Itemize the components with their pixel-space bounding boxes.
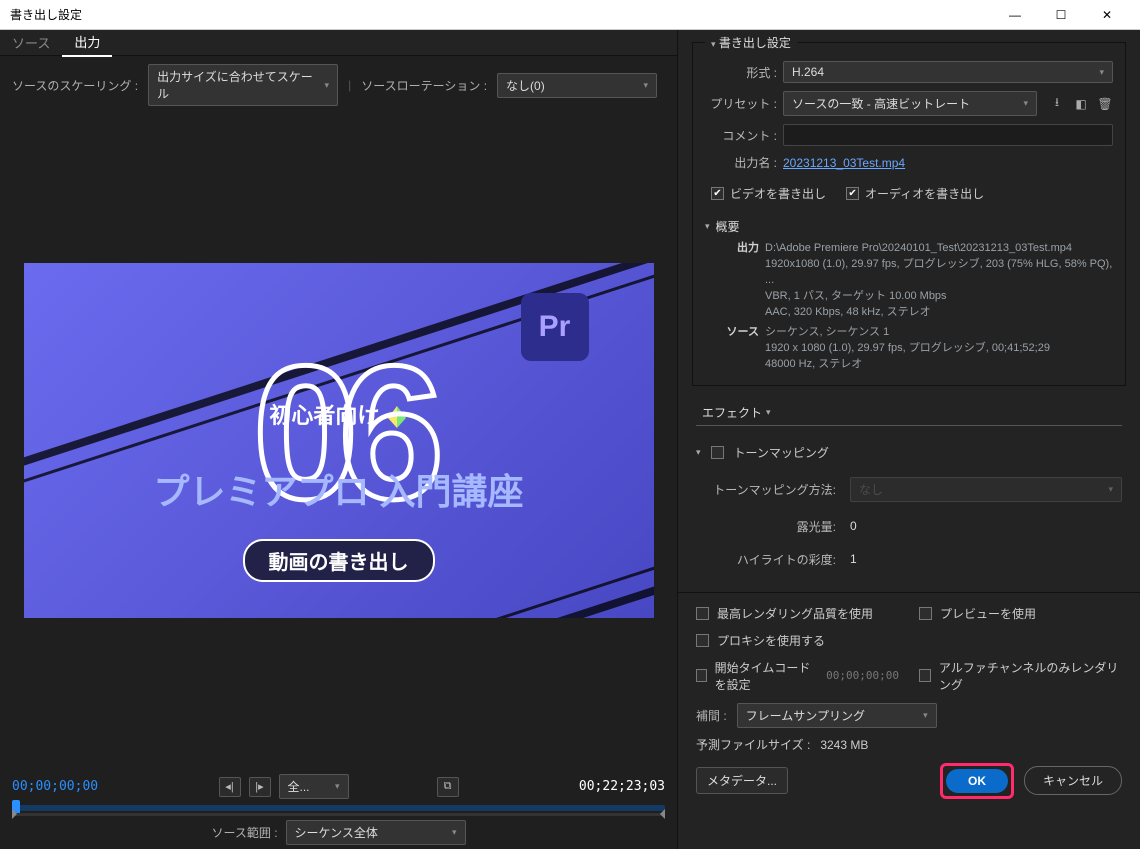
- rotation-select[interactable]: なし(0) ▾: [497, 73, 657, 98]
- exposure-value: 0: [850, 519, 857, 533]
- titlebar: 書き出し設定 — ☐ ✕: [0, 0, 1140, 30]
- set-timecode-checkbox[interactable]: [696, 669, 707, 682]
- right-panel: ▾ 書き出し設定 形式 : H.264▾ プリセット : ソースの一致 - 高速…: [678, 30, 1140, 849]
- prev-frame-button[interactable]: ◂|: [219, 777, 241, 797]
- chevron-down-icon[interactable]: ▾: [696, 447, 701, 458]
- chevron-down-icon: ▾: [325, 80, 330, 91]
- highlight-value: 1: [850, 552, 857, 566]
- exposure-label: 露光量:: [696, 518, 836, 535]
- summary-block: ▾ 概要 出力D:\Adobe Premiere Pro\20240101_Te…: [705, 218, 1113, 373]
- preview-course: プレミアプロ 入門講座: [153, 463, 523, 515]
- est-value: 3243 MB: [820, 738, 868, 752]
- ok-highlight: OK: [940, 763, 1014, 799]
- tone-method-label: トーンマッピング方法:: [696, 481, 836, 498]
- comment-label: コメント :: [705, 127, 777, 144]
- left-panel: ソース 出力 ソースのスケーリング : 出力サイズに合わせてスケール ▾ | ソ…: [0, 30, 678, 849]
- timecode-current[interactable]: 00;00;00;00: [12, 779, 98, 794]
- export-settings-group: ▾ 書き出し設定 形式 : H.264▾ プリセット : ソースの一致 - 高速…: [692, 42, 1126, 386]
- comment-input[interactable]: [783, 124, 1113, 146]
- cancel-button[interactable]: キャンセル: [1024, 766, 1122, 795]
- maximize-button[interactable]: ☐: [1038, 0, 1084, 30]
- rotation-label: ソースローテーション :: [361, 77, 487, 94]
- import-preset-icon[interactable]: ◧: [1073, 96, 1089, 112]
- max-quality-checkbox[interactable]: [696, 607, 709, 620]
- export-video-checkbox[interactable]: [711, 187, 724, 200]
- main-area: ソース 出力 ソースのスケーリング : 出力サイズに合わせてスケール ▾ | ソ…: [0, 30, 1140, 849]
- use-preview-checkbox[interactable]: [919, 607, 932, 620]
- tone-mapping-title: トーンマッピング: [734, 444, 829, 461]
- chevron-down-icon: ▾: [705, 221, 710, 232]
- preset-label: プリセット :: [705, 95, 777, 112]
- max-quality-label: 最高レンダリング品質を使用: [717, 605, 873, 622]
- tone-mapping-checkbox[interactable]: [711, 446, 724, 459]
- aspect-button[interactable]: ⧉: [437, 777, 459, 797]
- source-range-select[interactable]: シーケンス全体▾: [286, 820, 466, 845]
- use-preview-label: プレビューを使用: [940, 605, 1036, 622]
- summary-toggle[interactable]: ▾ 概要: [705, 218, 1113, 235]
- timecode-duration: 00;22;23;03: [579, 779, 665, 794]
- set-timecode-label: 開始タイムコードを設定: [715, 659, 819, 693]
- chevron-down-icon: ▾: [766, 407, 771, 418]
- in-out-bar[interactable]: [12, 813, 665, 816]
- scaling-select[interactable]: 出力サイズに合わせてスケール ▾: [148, 64, 338, 106]
- ok-button[interactable]: OK: [946, 769, 1008, 793]
- minimize-button[interactable]: —: [992, 0, 1038, 30]
- tab-source[interactable]: ソース: [0, 30, 62, 56]
- video-preview[interactable]: 初心者向け Pr 06 プレミアプロ 入門講座 動画の書き出し: [24, 263, 654, 618]
- in-point-icon[interactable]: [12, 809, 17, 819]
- interp-label: 補間 :: [696, 707, 727, 724]
- scaling-value: 出力サイズに合わせてスケール: [157, 68, 316, 102]
- est-label: 予測ファイルサイズ :: [696, 738, 810, 752]
- save-preset-icon[interactable]: ⭳: [1049, 96, 1065, 112]
- bottom-options: 最高レンダリング品質を使用 プレビューを使用 プロキシを使用する 開始タイムコー…: [678, 592, 1140, 811]
- alpha-only-checkbox[interactable]: [919, 669, 931, 682]
- alpha-only-label: アルファチャンネルのみレンダリング: [939, 659, 1122, 693]
- delete-preset-icon[interactable]: 🗑: [1097, 96, 1113, 112]
- scrubber[interactable]: [12, 805, 665, 811]
- format-select[interactable]: H.264▾: [783, 61, 1113, 83]
- output-name-label: 出力名 :: [705, 154, 777, 171]
- format-label: 形式 :: [705, 64, 777, 81]
- tab-effects[interactable]: エフェクト ▾: [696, 400, 777, 425]
- use-proxy-checkbox[interactable]: [696, 634, 709, 647]
- next-frame-button[interactable]: |▸: [249, 777, 271, 797]
- chevron-down-icon: ▾: [644, 80, 649, 91]
- fit-select[interactable]: 全...▾: [279, 774, 349, 799]
- close-button[interactable]: ✕: [1084, 0, 1130, 30]
- metadata-button[interactable]: メタデータ...: [696, 767, 788, 794]
- chevron-down-icon[interactable]: ▾: [711, 39, 716, 49]
- output-name-link[interactable]: 20231213_03Test.mp4: [783, 156, 905, 170]
- settings-tabs: エフェクト ▾: [696, 400, 1122, 426]
- tab-output[interactable]: 出力: [62, 30, 112, 57]
- use-proxy-label: プロキシを使用する: [717, 632, 825, 649]
- timecode-zero: 00;00;00;00: [826, 669, 899, 682]
- scaling-label: ソースのスケーリング :: [12, 77, 138, 94]
- interp-select[interactable]: フレームサンプリング▾: [737, 703, 937, 728]
- out-point-icon[interactable]: [660, 809, 665, 819]
- export-settings-window: 書き出し設定 — ☐ ✕ ソース 出力 ソースのスケーリング : 出力サイズに合…: [0, 0, 1140, 849]
- preview-pill: 動画の書き出し: [243, 539, 435, 582]
- highlight-label: ハイライトの彩度:: [696, 551, 836, 568]
- export-audio-checkbox[interactable]: [846, 187, 859, 200]
- export-video-label: ビデオを書き出し: [730, 185, 826, 202]
- tone-mapping-block: ▾ トーンマッピング トーンマッピング方法: なし▾ 露光量: 0 ハイライトの…: [678, 426, 1140, 592]
- preview-area: 初心者向け Pr 06 プレミアプロ 入門講座 動画の書き出し: [0, 114, 677, 766]
- export-audio-label: オーディオを書き出し: [865, 185, 984, 202]
- source-range-label: ソース範囲 :: [211, 824, 277, 841]
- app-badge: Pr: [521, 293, 589, 361]
- scaling-row: ソースのスケーリング : 出力サイズに合わせてスケール ▾ | ソースローテーシ…: [0, 56, 677, 114]
- preset-select[interactable]: ソースの一致 - 高速ビットレート▾: [783, 91, 1037, 116]
- rotation-value: なし(0): [506, 77, 545, 94]
- tone-method-select: なし▾: [850, 477, 1122, 502]
- window-title: 書き出し設定: [10, 6, 992, 23]
- preview-tabs: ソース 出力: [0, 30, 677, 56]
- timeline-area: 00;00;00;00 ◂| |▸ 全...▾ ⧉ 00;22;23;03: [0, 766, 677, 849]
